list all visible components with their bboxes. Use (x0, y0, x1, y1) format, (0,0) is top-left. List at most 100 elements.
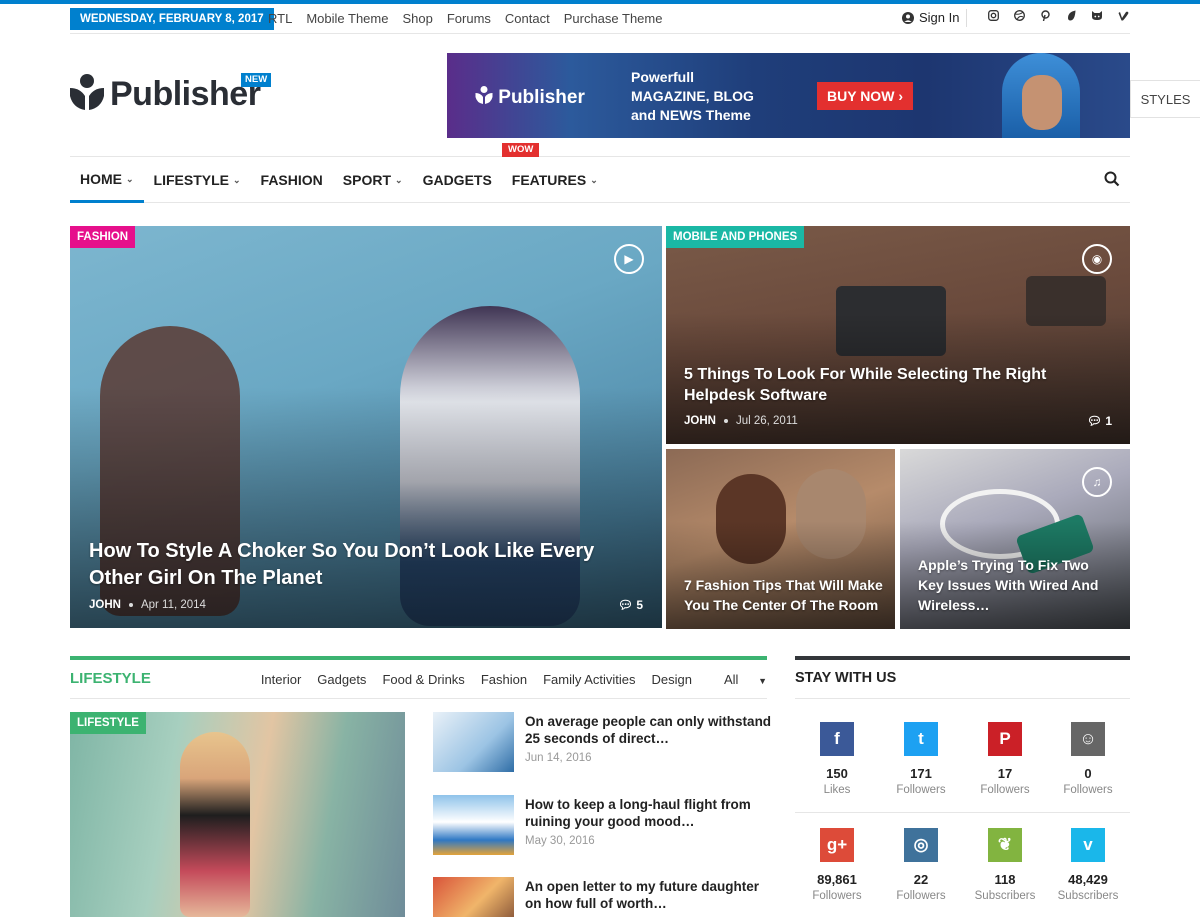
pinterest-icon[interactable] (1032, 10, 1058, 26)
thumbnail[interactable] (433, 795, 514, 855)
sign-in-label: Sign In (919, 10, 960, 25)
section-title: STAY WITH US (795, 670, 897, 686)
list-item[interactable]: An open letter to my future daughter on … (433, 877, 767, 917)
github-icon[interactable]: ☺ (1071, 722, 1105, 756)
tab-design[interactable]: Design (652, 672, 692, 687)
tab-fashion[interactable]: Fashion (481, 672, 527, 687)
instagram-icon[interactable] (980, 10, 1006, 26)
tab-all[interactable]: All ▼ (708, 672, 767, 687)
top-link-contact[interactable]: Contact (505, 11, 550, 27)
banner-line-1: Powerfull (631, 69, 695, 85)
social-counter-item[interactable]: t 171 Followers (879, 712, 963, 808)
comments-value: 5 (636, 598, 643, 612)
envato-icon[interactable] (1058, 10, 1084, 26)
envato-icon[interactable]: ❦ (988, 828, 1022, 862)
social-counter-item[interactable]: ☺ 0 Followers (1046, 712, 1130, 808)
google-plus-icon[interactable]: g+ (820, 828, 854, 862)
comments-value: 1 (1105, 414, 1112, 428)
banner-face-image (1022, 75, 1062, 130)
nav-item-home[interactable]: HOME ⌄ (70, 157, 144, 203)
social-count: 150 (826, 766, 848, 781)
thumbnail[interactable] (433, 712, 514, 772)
buy-now-label: BUY NOW (827, 88, 895, 104)
category-badge[interactable]: LIFESTYLE (70, 712, 146, 734)
list-item[interactable]: How to keep a long-haul flight from ruin… (433, 795, 767, 859)
lifestyle-featured-post[interactable]: LIFESTYLE (70, 712, 405, 917)
tab-interior[interactable]: Interior (261, 672, 301, 687)
social-counter-item[interactable]: g+ 89,861 Followers (795, 818, 879, 914)
twitter-icon[interactable]: t (904, 722, 938, 756)
comments-count[interactable]: 💬︎ 5 (618, 598, 643, 612)
nav-label: FEATURES (511, 172, 587, 188)
list-title[interactable]: An open letter to my future daughter on … (525, 878, 775, 912)
vimeo-icon[interactable] (1110, 10, 1136, 26)
author[interactable]: JOHN (89, 599, 121, 611)
banner-logo-text: Publisher (498, 87, 585, 108)
top-link-purchase-theme[interactable]: Purchase Theme (564, 11, 663, 27)
nav-item-features[interactable]: FEATURES ⌄ (502, 157, 608, 203)
dribbble-icon[interactable] (1006, 10, 1032, 26)
facebook-icon[interactable]: f (820, 722, 854, 756)
hero-bottom-left-post[interactable]: 7 Fashion Tips That Will Make You The Ce… (666, 449, 895, 629)
list-title[interactable]: On average people can only withstand 25 … (525, 713, 775, 747)
nav-item-gadgets[interactable]: GADGETS (413, 157, 502, 203)
hero-bottom-left-title[interactable]: 7 Fashion Tips That Will Make You The Ce… (684, 575, 884, 615)
vimeo-icon[interactable]: v (1071, 828, 1105, 862)
category-badge[interactable]: FASHION (70, 226, 136, 248)
sign-in-link[interactable]: Sign In (902, 10, 959, 25)
chevron-right-icon: › (898, 88, 903, 104)
nav-item-lifestyle[interactable]: LIFESTYLE ⌄ (144, 157, 251, 203)
hero-bottom-right-post[interactable]: ♫ Apple’s Trying To Fix Two Key Issues W… (900, 449, 1130, 629)
tab-family-activities[interactable]: Family Activities (543, 672, 635, 687)
social-counter-item[interactable]: v 48,429 Subscribers (1046, 818, 1130, 914)
social-counter-grid: f 150 Likes t 171 Followers P 17 Followers ☺ 0 Foll… (795, 712, 1130, 917)
top-link-rtl[interactable]: RTL (268, 11, 292, 27)
github-icon[interactable] (1084, 10, 1110, 26)
user-icon (902, 11, 914, 24)
ad-banner[interactable]: Publisher Powerfull MAGAZINE, BLOG and N… (447, 53, 1130, 138)
hero-main-title[interactable]: How To Style A Choker So You Don’t Look … (89, 538, 649, 592)
author[interactable]: JOHN (684, 415, 716, 427)
comments-count[interactable]: 💬︎ 1 (1087, 414, 1112, 428)
nav-item-sport[interactable]: SPORT ⌄ (333, 157, 413, 203)
hero-top-right-post[interactable]: MOBILE AND PHONES ◉ 5 Things To Look For… (666, 226, 1130, 444)
social-counter-item[interactable]: ❦ 118 Subscribers (963, 818, 1047, 914)
social-counter-item[interactable]: f 150 Likes (795, 712, 879, 808)
date-badge: WEDNESDAY, FEBRUARY 8, 2017 (70, 8, 274, 30)
nav-item-fashion[interactable]: FASHION (251, 157, 333, 203)
social-counter-item[interactable]: P 17 Followers (963, 712, 1047, 808)
tab-food-drinks[interactable]: Food & Drinks (382, 672, 464, 687)
chevron-down-icon: ⌄ (590, 175, 598, 185)
new-badge: NEW (241, 73, 272, 87)
section-title[interactable]: LIFESTYLE (70, 670, 151, 687)
social-count: 118 (994, 872, 1016, 887)
social-counter-item[interactable]: ◎ 22 Followers (879, 818, 963, 914)
hero-bottom-right-title[interactable]: Apple’s Trying To Fix Two Key Issues Wit… (918, 555, 1118, 615)
social-label: Followers (812, 890, 862, 902)
top-link-shop[interactable]: Shop (402, 11, 432, 27)
logo-text: Publisher (110, 74, 261, 113)
post-meta: JOHN Jul 26, 2011 (684, 415, 798, 427)
buy-now-button[interactable]: BUY NOW › (817, 82, 913, 110)
hero-top-right-title[interactable]: 5 Things To Look For While Selecting The… (684, 364, 1104, 406)
social-count: 48,429 (1068, 872, 1108, 887)
featured-figure (180, 732, 250, 917)
list-title[interactable]: How to keep a long-haul flight from ruin… (525, 796, 775, 830)
pinterest-icon[interactable]: P (988, 722, 1022, 756)
top-link-mobile-theme[interactable]: Mobile Theme (306, 11, 388, 27)
thumbnail[interactable] (433, 877, 514, 917)
top-link-forums[interactable]: Forums (447, 11, 491, 27)
hero-main-post[interactable]: FASHION ▶ How To Style A Choker So You D… (70, 226, 662, 628)
instagram-icon[interactable]: ◎ (904, 828, 938, 862)
list-item[interactable]: On average people can only withstand 25 … (433, 712, 771, 776)
search-icon[interactable] (1104, 171, 1120, 187)
category-badge[interactable]: MOBILE AND PHONES (666, 226, 805, 248)
nav-label: LIFESTYLE (153, 172, 229, 188)
tab-gadgets[interactable]: Gadgets (317, 672, 366, 687)
styles-tab[interactable]: STYLES (1130, 80, 1200, 118)
site-logo[interactable]: Publisher (70, 74, 261, 114)
post-meta: JOHN Apr 11, 2014 (89, 599, 206, 611)
nav-label: FASHION (260, 172, 323, 188)
top-accent-line (0, 0, 1200, 4)
dot (128, 603, 133, 607)
